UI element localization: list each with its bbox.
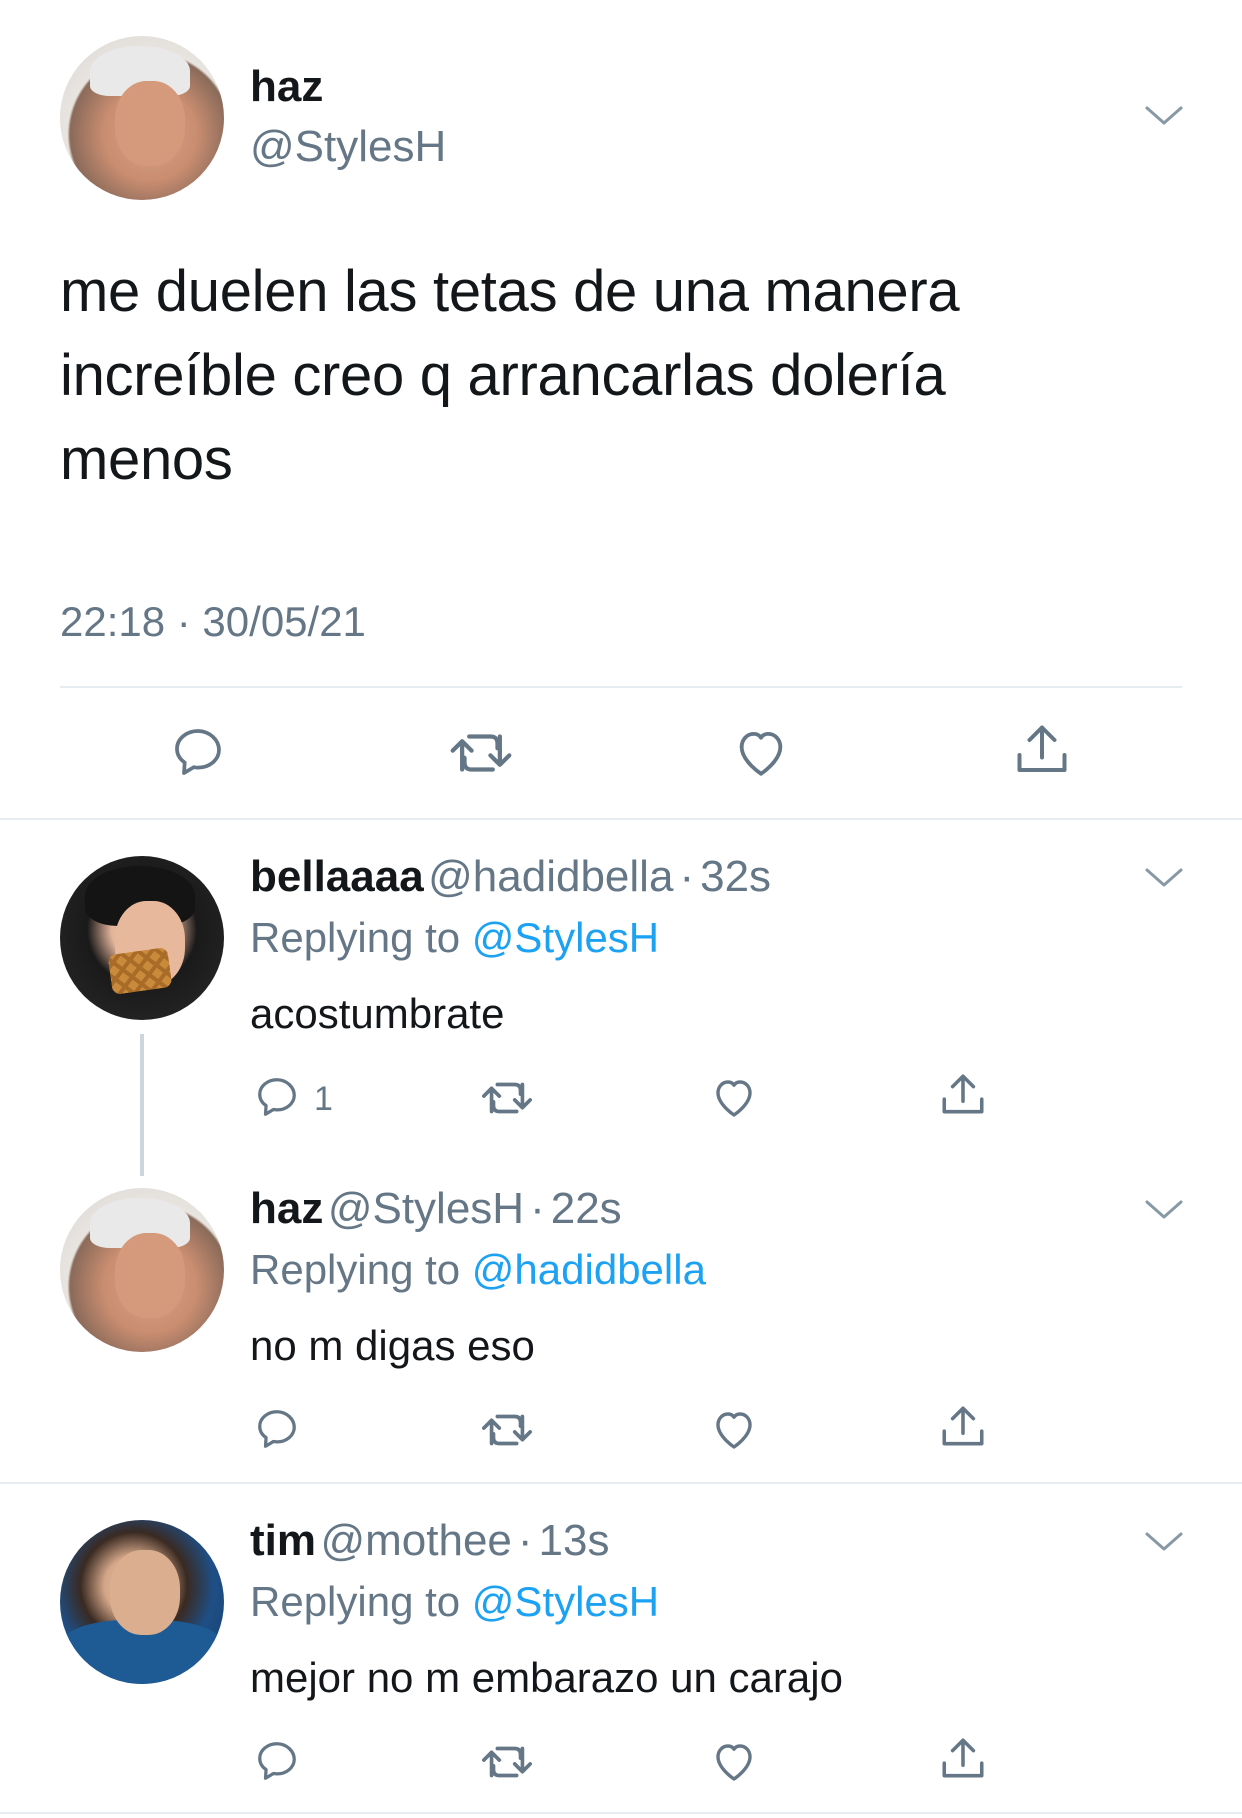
thread-connector xyxy=(140,1034,144,1176)
author-name[interactable]: haz xyxy=(250,62,323,112)
author-handle[interactable]: @StylesH xyxy=(328,1184,524,1233)
chevron-down-icon[interactable] xyxy=(1144,1198,1184,1222)
tweet-text-line: increíble creo q arrancarlas dolería xyxy=(60,343,946,408)
separator-dot: · xyxy=(530,1184,545,1233)
separator-dot: · xyxy=(517,1516,533,1565)
share-icon[interactable] xyxy=(1012,720,1072,780)
replying-to: Replying to @hadidbella xyxy=(250,1246,706,1294)
avatar[interactable] xyxy=(60,1520,224,1684)
like-icon[interactable] xyxy=(710,1738,758,1784)
avatar[interactable] xyxy=(60,856,224,1020)
tweet-text: me duelen las tetas de una manera increí… xyxy=(60,250,1190,502)
share-icon[interactable] xyxy=(938,1070,988,1120)
reply-text: no m digas eso xyxy=(250,1322,535,1369)
reply-header: bellaaaa @hadidbella · 32s xyxy=(250,852,771,902)
author-handle[interactable]: @mothee xyxy=(320,1516,511,1565)
reply-time[interactable]: 22s xyxy=(551,1184,622,1233)
retweet-icon[interactable] xyxy=(448,726,514,780)
like-icon[interactable] xyxy=(732,724,790,780)
replying-to: Replying to @StylesH xyxy=(250,1578,659,1626)
replying-to-mention[interactable]: @StylesH xyxy=(472,1578,659,1625)
like-icon[interactable] xyxy=(710,1074,758,1120)
share-icon[interactable] xyxy=(938,1734,988,1784)
author-handle[interactable]: @hadidbella xyxy=(428,852,673,901)
author-handle[interactable]: @StylesH xyxy=(250,122,446,172)
replying-to-mention[interactable]: @hadidbella xyxy=(472,1246,706,1293)
retweet-icon[interactable] xyxy=(480,1740,534,1784)
divider xyxy=(0,1812,1242,1814)
author-name[interactable]: haz xyxy=(250,1184,323,1233)
chevron-down-icon[interactable] xyxy=(1144,866,1184,890)
reply-header: tim @mothee · 13s xyxy=(250,1516,610,1566)
retweet-icon[interactable] xyxy=(480,1408,534,1452)
reply-time[interactable]: 13s xyxy=(539,1516,610,1565)
tweet-timestamp[interactable]: 22:18 · 30/05/21 xyxy=(60,598,366,646)
share-icon[interactable] xyxy=(938,1402,988,1452)
divider xyxy=(0,818,1242,820)
reply-header: haz @StylesH · 22s xyxy=(250,1184,622,1234)
reply-time[interactable]: 32s xyxy=(700,852,771,901)
reply-text: mejor no m embarazo un carajo xyxy=(250,1654,843,1701)
author-name[interactable]: tim xyxy=(250,1516,316,1565)
replying-to-label: Replying to xyxy=(250,914,461,961)
replying-to-label: Replying to xyxy=(250,1578,461,1625)
reply-icon[interactable] xyxy=(170,724,226,780)
author-name[interactable]: bellaaaa xyxy=(250,852,424,901)
reply-icon[interactable] xyxy=(254,1738,300,1784)
retweet-icon[interactable] xyxy=(480,1076,534,1120)
replying-to-mention[interactable]: @StylesH xyxy=(472,914,659,961)
replying-to-label: Replying to xyxy=(250,1246,461,1293)
avatar[interactable] xyxy=(60,1188,224,1352)
chevron-down-icon[interactable] xyxy=(1144,104,1184,128)
replying-to: Replying to @StylesH xyxy=(250,914,659,962)
divider xyxy=(60,686,1182,688)
like-icon[interactable] xyxy=(710,1406,758,1452)
reply-icon[interactable] xyxy=(254,1406,300,1452)
avatar[interactable] xyxy=(60,36,224,200)
separator-dot: · xyxy=(679,852,695,901)
reply-count: 1 xyxy=(314,1080,333,1118)
reply-text: acostumbrate xyxy=(250,990,505,1037)
chevron-down-icon[interactable] xyxy=(1144,1530,1184,1554)
tweet-text-line: me duelen las tetas de una manera xyxy=(60,259,960,324)
divider xyxy=(0,1482,1242,1484)
reply-icon[interactable] xyxy=(254,1074,300,1120)
tweet-text-line: menos xyxy=(60,427,233,492)
